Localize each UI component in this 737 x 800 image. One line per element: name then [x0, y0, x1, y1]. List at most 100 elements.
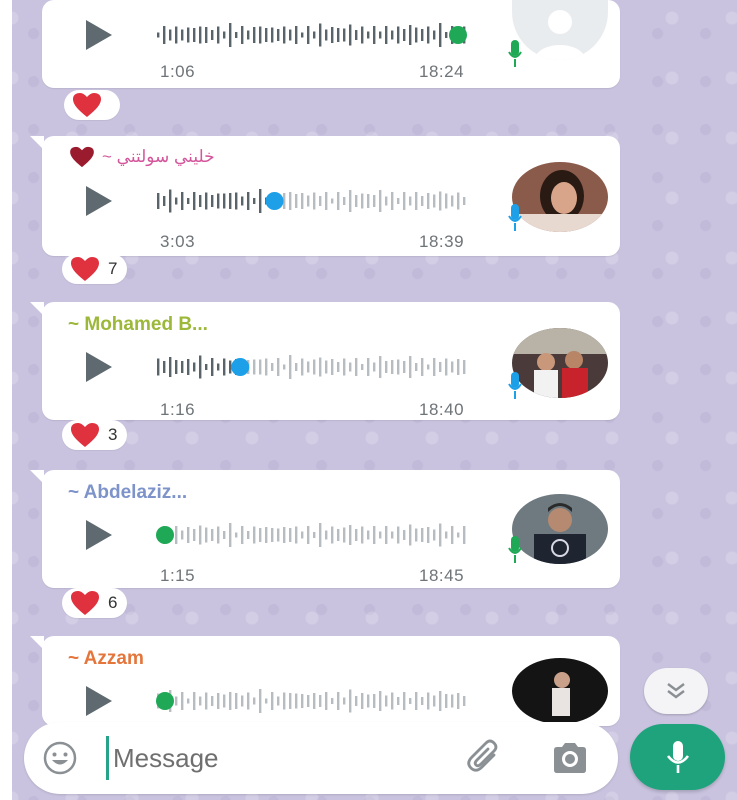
waveform-bar [265, 358, 268, 376]
avatar[interactable] [512, 328, 608, 398]
waveform-bar [247, 30, 250, 40]
voice-message[interactable]: 1:06 18:24 [42, 0, 620, 88]
reaction-badge[interactable] [64, 90, 120, 120]
waveform-bar [193, 192, 196, 210]
waveform-bar [253, 697, 256, 705]
avatar[interactable] [512, 494, 608, 564]
waveform-bar [331, 198, 334, 204]
waveform-bar [385, 526, 388, 544]
reaction-badge[interactable]: 3 [62, 420, 128, 450]
waveform-bar [313, 693, 316, 709]
waveform-bar [409, 196, 412, 206]
waveform-bar [457, 359, 460, 375]
sender-name[interactable]: ~ Abdelaziz... [68, 482, 187, 504]
playback-position-handle[interactable] [156, 526, 174, 544]
waveform-bar [175, 197, 178, 205]
waveform-bar [259, 189, 262, 213]
waveform-bar [265, 698, 268, 704]
voice-duration: 1:15 [160, 566, 196, 585]
avatar[interactable] [512, 658, 608, 724]
voice-duration: 3:03 [160, 232, 196, 251]
reaction-badge[interactable]: 7 [62, 254, 128, 284]
waveform-bar [169, 357, 172, 377]
reaction-count: 7 [108, 259, 118, 278]
camera-icon[interactable] [550, 740, 590, 776]
waveform-bar [331, 359, 334, 375]
waveform-bar [157, 358, 160, 376]
waveform-bar [283, 26, 286, 44]
scroll-to-bottom-button[interactable] [644, 668, 708, 714]
waveform-bar [343, 358, 346, 376]
waveform-bar [181, 29, 184, 41]
waveform-bar [223, 193, 226, 209]
waveform[interactable] [156, 186, 468, 216]
default-avatar-icon[interactable] [512, 0, 608, 60]
reaction-badge[interactable]: 6 [62, 588, 128, 618]
playback-position-handle[interactable] [449, 26, 467, 44]
waveform-bar [223, 694, 226, 708]
waveform-bar [283, 692, 286, 710]
waveform-bar [205, 364, 208, 370]
play-icon[interactable] [86, 520, 112, 550]
play-icon[interactable] [86, 20, 112, 50]
waveform-bar [463, 360, 466, 374]
waveform-bar [325, 29, 328, 41]
voice-record-button[interactable] [630, 724, 725, 790]
sender-name[interactable]: ~ خليني سولتني [68, 146, 215, 168]
sender-name[interactable]: ~ Azzam [68, 648, 144, 670]
waveform-bar [301, 358, 304, 376]
waveform-bar [451, 694, 454, 708]
waveform-bar [373, 362, 376, 372]
waveform-bar [211, 195, 214, 207]
waveform-bar [157, 193, 160, 209]
waveform-bar [361, 693, 364, 709]
waveform-bar [451, 195, 454, 207]
play-icon[interactable] [86, 186, 112, 216]
play-icon[interactable] [86, 352, 112, 382]
playback-position-handle[interactable] [265, 192, 284, 210]
waveform[interactable] [156, 20, 468, 50]
waveform-bar [217, 693, 220, 709]
heart-icon [71, 257, 99, 281]
waveform-bar [349, 525, 352, 545]
waveform-bar [199, 696, 202, 706]
waveform-bar [247, 192, 250, 210]
waveform[interactable] [156, 352, 468, 382]
waveform-bar [445, 193, 448, 209]
voice-message[interactable]: ~ خليني سولتني 3:03 18:39 [30, 136, 620, 256]
voice-message[interactable]: ~ Mohamed B... 1:16 18:40 [30, 302, 620, 420]
message-input[interactable] [106, 736, 443, 780]
heart-icon [73, 93, 101, 117]
waveform-bar [397, 198, 400, 204]
waveform-svg [157, 23, 467, 47]
voice-message[interactable]: ~ Abdelaziz... 1:15 18:45 [30, 470, 620, 588]
waveform-bar [397, 359, 400, 375]
waveform-bar [373, 26, 376, 44]
waveform-bar [421, 29, 424, 41]
play-icon[interactable] [86, 686, 112, 716]
voice-message[interactable]: ~ Azzam [30, 636, 620, 726]
waveform-bar [295, 26, 298, 44]
avatar[interactable] [512, 162, 608, 232]
waveform-bar [223, 358, 226, 376]
playback-position-handle[interactable] [156, 692, 174, 710]
waveform-bar [457, 532, 460, 538]
waveform-bar [337, 192, 340, 210]
message-time: 18:40 [419, 400, 465, 419]
waveform-bar [379, 31, 382, 39]
waveform-bar [343, 197, 346, 205]
double-chevron-down-icon [667, 683, 685, 699]
waveform[interactable] [156, 686, 468, 716]
sender-name[interactable]: ~ Mohamed B... [68, 314, 208, 336]
emoji-icon[interactable] [42, 740, 78, 776]
waveform-bar [403, 29, 406, 41]
waveform-bar [361, 26, 364, 44]
waveform-bar [163, 196, 166, 206]
waveform-bar [301, 694, 304, 708]
paperclip-icon[interactable] [464, 738, 504, 778]
waveform-bar [373, 694, 376, 708]
playback-position-handle[interactable] [231, 358, 250, 376]
waveform-bar [427, 692, 430, 710]
waveform[interactable] [156, 520, 468, 550]
waveform-bar [463, 696, 466, 706]
